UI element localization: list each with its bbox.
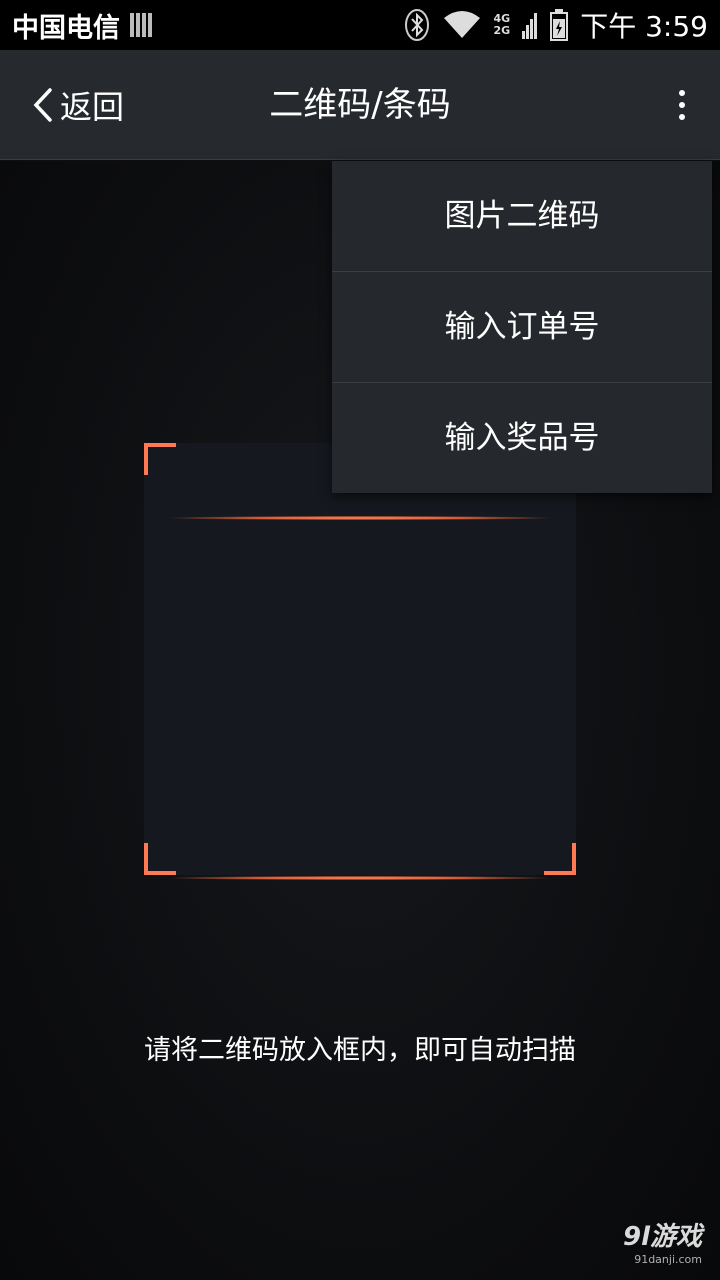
watermark-logo: 9l游戏 91danji.com xyxy=(623,1216,702,1266)
bluetooth-icon xyxy=(404,9,429,41)
chevron-left-icon xyxy=(33,88,52,122)
scan-hint: 请将二维码放入框内，即可自动扫描 xyxy=(144,1035,576,1066)
network-type: 4G 2G xyxy=(494,13,511,37)
wifi-icon xyxy=(443,11,480,38)
overflow-menu: 图片二维码 输入订单号 输入奖品号 xyxy=(332,161,712,493)
watermark-site: 91danji.com xyxy=(634,1253,702,1266)
menu-item-image-qr[interactable]: 图片二维码 xyxy=(332,161,712,272)
scan-corner-bottom-left xyxy=(144,843,176,875)
watermark-brand: 9l游戏 xyxy=(622,1222,702,1252)
scan-corner-bottom-right xyxy=(544,843,576,875)
status-right: 4G 2G 下午 3:59 xyxy=(404,5,708,45)
menu-item-enter-prize-number[interactable]: 输入奖品号 xyxy=(332,383,712,493)
status-time: 下午 3:59 xyxy=(580,10,708,43)
scan-corner-top-left xyxy=(144,443,176,475)
menu-item-enter-order-number[interactable]: 输入订单号 xyxy=(332,272,712,383)
scan-frame xyxy=(144,443,576,880)
back-label: 返回 xyxy=(60,88,125,126)
status-left: 中国电信 xyxy=(12,6,152,45)
scan-line-bottom xyxy=(172,876,548,880)
more-dot xyxy=(679,114,685,120)
scan-line-top xyxy=(172,516,548,520)
overflow-menu-button[interactable] xyxy=(660,80,704,130)
network-type-bottom: 2G xyxy=(493,24,511,37)
battery-charging-icon xyxy=(550,9,569,41)
cell-signal-icon xyxy=(522,13,538,39)
carrier-signal-icon xyxy=(130,13,152,37)
more-dot xyxy=(679,102,685,108)
more-vertical-icon xyxy=(679,90,685,96)
app-bar: 返回 二维码/条码 xyxy=(0,50,720,160)
back-button[interactable]: 返回 xyxy=(32,80,124,130)
carrier-name: 中国电信 xyxy=(12,12,120,44)
status-bar: 中国电信 4G 2G 下午 3:59 xyxy=(0,0,720,50)
